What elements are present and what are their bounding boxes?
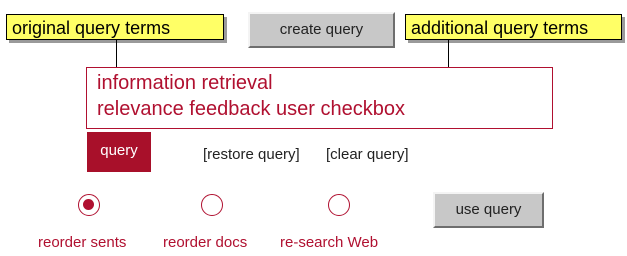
re-search-web-radio[interactable] [328, 194, 350, 216]
query-button[interactable]: query [87, 132, 151, 172]
reorder-docs-label: reorder docs [163, 234, 248, 251]
additional-query-terms-callout: additional query terms [405, 14, 622, 40]
query-text-box[interactable]: information retrieval relevance feedback… [86, 67, 553, 129]
reorder-sents-label: reorder sents [38, 234, 127, 251]
query-line-additional: relevance feedback user checkbox [97, 98, 405, 120]
restore-query-link[interactable]: [restore query] [203, 146, 300, 163]
reorder-docs-radio[interactable] [201, 194, 223, 216]
original-query-terms-callout: original query terms [6, 14, 224, 40]
clear-query-link[interactable]: [clear query] [326, 146, 409, 163]
re-search-web-label: re-search Web [280, 234, 379, 251]
create-query-button[interactable]: create query [248, 12, 395, 48]
query-line-original: information retrieval [97, 72, 273, 94]
reorder-sents-radio[interactable] [78, 194, 100, 216]
use-query-button[interactable]: use query [433, 192, 544, 228]
radio-selected-dot [83, 199, 94, 210]
